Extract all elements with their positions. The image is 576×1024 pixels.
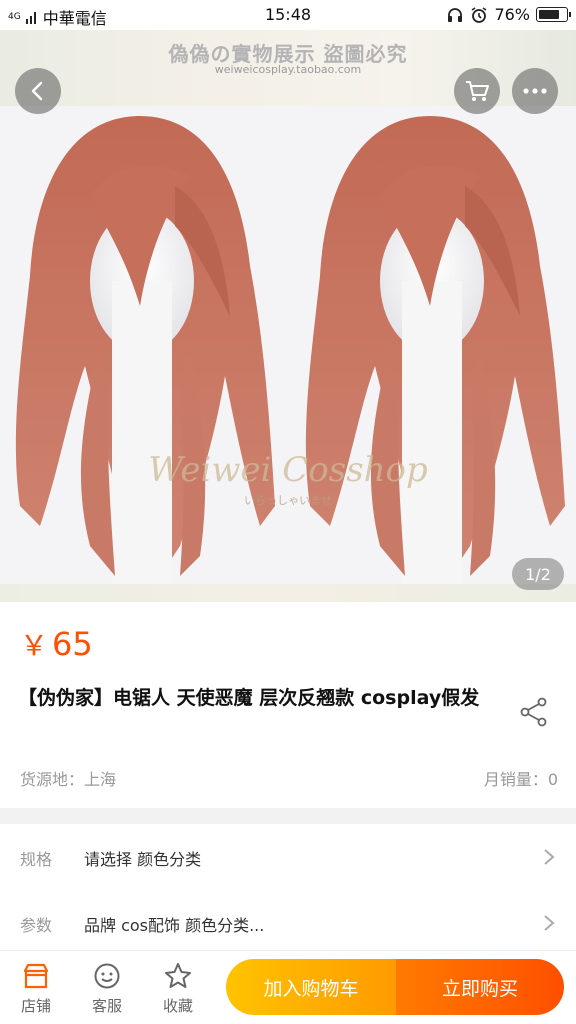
- back-button[interactable]: [15, 68, 61, 114]
- favorite-tab[interactable]: 收藏: [148, 957, 208, 1021]
- more-dots-icon: [523, 88, 547, 94]
- more-button[interactable]: [512, 68, 558, 114]
- battery-icon: [536, 7, 571, 22]
- cart-icon: [466, 81, 489, 101]
- product-photo: [15, 116, 565, 586]
- chevron-left-icon: [31, 81, 43, 101]
- image-page-indicator: 1/2: [512, 558, 564, 590]
- product-origin: 货源地：上海: [20, 770, 117, 789]
- spec-value: 品牌 cos配饰 颜色分类...: [84, 916, 265, 935]
- spec-row-options[interactable]: 规格 请选择 颜色分类: [0, 824, 576, 890]
- image-watermark-sub: いらっしゃいませ: [244, 494, 332, 507]
- customer-service-icon: [94, 963, 120, 989]
- wig-right: [305, 116, 565, 586]
- image-footer-strip: [0, 584, 576, 602]
- spec-label: 参数: [20, 916, 53, 935]
- spec-row-params[interactable]: 参数 品牌 cos配饰 颜色分类...: [0, 890, 576, 956]
- star-icon: [165, 963, 191, 988]
- spec-section: 规格 请选择 颜色分类 参数 品牌 cos配饰 颜色分类...: [0, 824, 576, 952]
- spec-label: 规格: [20, 850, 53, 869]
- product-info: ￥ 65 【伪伪家】电锯人 天使恶魔 层次反翘款 cosplay假发 货源地：上海…: [0, 602, 576, 808]
- status-bar: 4G 中華電信 15:48 76%: [0, 0, 576, 30]
- product-title: 【伪伪家】电锯人 天使恶魔 层次反翘款 cosplay假发: [18, 687, 480, 709]
- battery-percent: 76%: [494, 5, 530, 24]
- buy-now-button[interactable]: 立即购买: [396, 959, 564, 1015]
- shop-label: 店铺: [20, 997, 51, 1015]
- price-currency: ￥: [20, 629, 49, 662]
- bottom-action-bar: 店铺 客服 收藏 加入购物车 立即购买: [0, 950, 576, 1024]
- share-icon: [520, 697, 547, 727]
- chevron-right-icon: [544, 915, 555, 931]
- headphone-icon: [448, 7, 463, 22]
- add-to-cart-button[interactable]: 加入购物车: [226, 959, 396, 1015]
- image-watermark: Weiwei Cosshop: [148, 450, 428, 490]
- service-tab[interactable]: 客服: [77, 957, 137, 1021]
- wig-left: [15, 116, 276, 586]
- favorite-label: 收藏: [162, 997, 193, 1015]
- service-label: 客服: [91, 997, 122, 1015]
- alarm-icon: [471, 6, 487, 23]
- spec-value: 请选择 颜色分类: [84, 850, 202, 869]
- product-image-gallery[interactable]: 偽偽の實物展示 盜圖必究 weiweicosplay.taobao.com We…: [0, 30, 576, 602]
- product-price: ￥ 65: [20, 624, 93, 664]
- cart-button[interactable]: [454, 68, 500, 114]
- monthly-sales: 月销量：0: [483, 770, 558, 789]
- shop-tab[interactable]: 店铺: [6, 957, 66, 1021]
- price-value: 65: [52, 625, 93, 663]
- chevron-right-icon: [544, 849, 555, 865]
- share-button[interactable]: [518, 696, 550, 728]
- shop-icon: [23, 963, 49, 989]
